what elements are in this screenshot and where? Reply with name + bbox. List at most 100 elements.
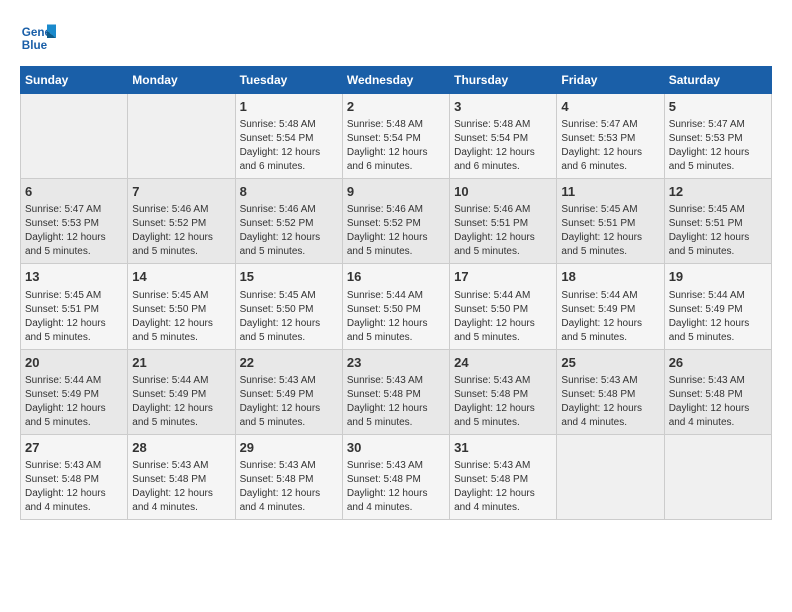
calendar-cell — [128, 94, 235, 179]
calendar-week-row: 27 Sunrise: 5:43 AM Sunset: 5:48 PM Dayli… — [21, 434, 772, 519]
day-number: 9 — [347, 183, 445, 201]
day-info: Sunrise: 5:47 AM Sunset: 5:53 PM Dayligh… — [561, 118, 659, 174]
day-number: 11 — [561, 183, 659, 201]
day-number: 22 — [240, 354, 338, 372]
day-number: 28 — [132, 439, 230, 457]
day-number: 13 — [25, 268, 123, 286]
weekday-header: Wednesday — [342, 67, 449, 94]
day-number: 7 — [132, 183, 230, 201]
calendar-cell: 7 Sunrise: 5:46 AM Sunset: 5:52 PM Daylig… — [128, 179, 235, 264]
day-info: Sunrise: 5:43 AM Sunset: 5:49 PM Dayligh… — [240, 374, 338, 430]
weekday-header: Tuesday — [235, 67, 342, 94]
day-info: Sunrise: 5:48 AM Sunset: 5:54 PM Dayligh… — [240, 118, 338, 174]
day-number: 29 — [240, 439, 338, 457]
day-info: Sunrise: 5:43 AM Sunset: 5:48 PM Dayligh… — [561, 374, 659, 430]
day-info: Sunrise: 5:45 AM Sunset: 5:50 PM Dayligh… — [132, 289, 230, 345]
calendar-cell: 6 Sunrise: 5:47 AM Sunset: 5:53 PM Daylig… — [21, 179, 128, 264]
calendar-cell: 28Sunrise: 5:43 AM Sunset: 5:48 PM Dayli… — [128, 434, 235, 519]
day-number: 3 — [454, 98, 552, 116]
page-header: General Blue — [20, 20, 772, 56]
calendar-cell: 16 Sunrise: 5:44 AM Sunset: 5:50 PM Dayli… — [342, 264, 449, 349]
day-info: Sunrise: 5:47 AM Sunset: 5:53 PM Dayligh… — [669, 118, 767, 174]
day-number: 12 — [669, 183, 767, 201]
day-info: Sunrise: 5:47 AM Sunset: 5:53 PM Dayligh… — [25, 203, 123, 259]
day-number: 19 — [669, 268, 767, 286]
calendar-cell: 27 Sunrise: 5:43 AM Sunset: 5:48 PM Dayli… — [21, 434, 128, 519]
calendar-cell: 10 Sunrise: 5:46 AM Sunset: 5:51 PM Dayli… — [450, 179, 557, 264]
calendar-cell: 20 Sunrise: 5:44 AM Sunset: 5:49 PM Dayli… — [21, 349, 128, 434]
day-number: 26 — [669, 354, 767, 372]
weekday-header: Thursday — [450, 67, 557, 94]
day-info: Sunrise: 5:45 AM Sunset: 5:50 PM Dayligh… — [240, 289, 338, 345]
day-info: Sunrise: 5:43 AM Sunset: 5:48 PM Dayligh… — [347, 459, 445, 515]
calendar-table: SundayMondayTuesdayWednesdayThursdayFrid… — [20, 66, 772, 520]
calendar-cell — [557, 434, 664, 519]
day-info: Sunrise: 5:44 AM Sunset: 5:50 PM Dayligh… — [454, 289, 552, 345]
day-info: Sunrise: 5:43 AM Sunset: 5:48 PM Dayligh… — [347, 374, 445, 430]
calendar-cell: 29Sunrise: 5:43 AM Sunset: 5:48 PM Dayli… — [235, 434, 342, 519]
day-number: 14 — [132, 268, 230, 286]
svg-text:Blue: Blue — [22, 39, 48, 52]
calendar-header-row: SundayMondayTuesdayWednesdayThursdayFrid… — [21, 67, 772, 94]
calendar-cell: 9 Sunrise: 5:46 AM Sunset: 5:52 PM Daylig… — [342, 179, 449, 264]
calendar-week-row: 13 Sunrise: 5:45 AM Sunset: 5:51 PM Dayli… — [21, 264, 772, 349]
calendar-cell: 11 Sunrise: 5:45 AM Sunset: 5:51 PM Dayli… — [557, 179, 664, 264]
day-number: 2 — [347, 98, 445, 116]
day-number: 16 — [347, 268, 445, 286]
calendar-cell: 2 Sunrise: 5:48 AM Sunset: 5:54 PM Daylig… — [342, 94, 449, 179]
calendar-cell: 14 Sunrise: 5:45 AM Sunset: 5:50 PM Dayli… — [128, 264, 235, 349]
day-number: 6 — [25, 183, 123, 201]
day-number: 10 — [454, 183, 552, 201]
calendar-cell: 3 Sunrise: 5:48 AM Sunset: 5:54 PM Daylig… — [450, 94, 557, 179]
calendar-cell: 24Sunrise: 5:43 AM Sunset: 5:48 PM Dayli… — [450, 349, 557, 434]
day-info: Sunrise: 5:46 AM Sunset: 5:52 PM Dayligh… — [240, 203, 338, 259]
day-info: Sunrise: 5:44 AM Sunset: 5:50 PM Dayligh… — [347, 289, 445, 345]
day-number: 31 — [454, 439, 552, 457]
day-info: Sunrise: 5:43 AM Sunset: 5:48 PM Dayligh… — [454, 459, 552, 515]
day-number: 1 — [240, 98, 338, 116]
day-number: 8 — [240, 183, 338, 201]
day-number: 18 — [561, 268, 659, 286]
day-number: 15 — [240, 268, 338, 286]
calendar-cell: 22 Sunrise: 5:43 AM Sunset: 5:49 PM Dayli… — [235, 349, 342, 434]
calendar-cell: 30Sunrise: 5:43 AM Sunset: 5:48 PM Dayli… — [342, 434, 449, 519]
day-info: Sunrise: 5:43 AM Sunset: 5:48 PM Dayligh… — [25, 459, 123, 515]
calendar-cell: 13 Sunrise: 5:45 AM Sunset: 5:51 PM Dayli… — [21, 264, 128, 349]
day-number: 24 — [454, 354, 552, 372]
calendar-cell — [21, 94, 128, 179]
calendar-week-row: 20 Sunrise: 5:44 AM Sunset: 5:49 PM Dayli… — [21, 349, 772, 434]
day-info: Sunrise: 5:44 AM Sunset: 5:49 PM Dayligh… — [132, 374, 230, 430]
weekday-header: Saturday — [664, 67, 771, 94]
day-number: 4 — [561, 98, 659, 116]
logo-icon: General Blue — [20, 20, 56, 56]
day-number: 20 — [25, 354, 123, 372]
day-info: Sunrise: 5:44 AM Sunset: 5:49 PM Dayligh… — [25, 374, 123, 430]
weekday-header: Friday — [557, 67, 664, 94]
calendar-cell — [664, 434, 771, 519]
calendar-week-row: 1 Sunrise: 5:48 AM Sunset: 5:54 PM Daylig… — [21, 94, 772, 179]
day-number: 27 — [25, 439, 123, 457]
day-info: Sunrise: 5:45 AM Sunset: 5:51 PM Dayligh… — [669, 203, 767, 259]
calendar-cell: 18 Sunrise: 5:44 AM Sunset: 5:49 PM Dayli… — [557, 264, 664, 349]
day-info: Sunrise: 5:46 AM Sunset: 5:51 PM Dayligh… — [454, 203, 552, 259]
calendar-cell: 25 Sunrise: 5:43 AM Sunset: 5:48 PM Dayli… — [557, 349, 664, 434]
day-info: Sunrise: 5:45 AM Sunset: 5:51 PM Dayligh… — [561, 203, 659, 259]
calendar-cell: 5Sunrise: 5:47 AM Sunset: 5:53 PM Daylig… — [664, 94, 771, 179]
calendar-cell: 31 Sunrise: 5:43 AM Sunset: 5:48 PM Dayli… — [450, 434, 557, 519]
calendar-cell: 17 Sunrise: 5:44 AM Sunset: 5:50 PM Dayli… — [450, 264, 557, 349]
day-number: 21 — [132, 354, 230, 372]
calendar-week-row: 6 Sunrise: 5:47 AM Sunset: 5:53 PM Daylig… — [21, 179, 772, 264]
day-number: 25 — [561, 354, 659, 372]
calendar-cell: 12 Sunrise: 5:45 AM Sunset: 5:51 PM Dayli… — [664, 179, 771, 264]
calendar-cell: 21 Sunrise: 5:44 AM Sunset: 5:49 PM Dayli… — [128, 349, 235, 434]
day-info: Sunrise: 5:46 AM Sunset: 5:52 PM Dayligh… — [347, 203, 445, 259]
day-info: Sunrise: 5:48 AM Sunset: 5:54 PM Dayligh… — [454, 118, 552, 174]
day-number: 17 — [454, 268, 552, 286]
day-info: Sunrise: 5:44 AM Sunset: 5:49 PM Dayligh… — [561, 289, 659, 345]
calendar-cell: 23Sunrise: 5:43 AM Sunset: 5:48 PM Dayli… — [342, 349, 449, 434]
day-info: Sunrise: 5:44 AM Sunset: 5:49 PM Dayligh… — [669, 289, 767, 345]
day-info: Sunrise: 5:43 AM Sunset: 5:48 PM Dayligh… — [669, 374, 767, 430]
day-info: Sunrise: 5:46 AM Sunset: 5:52 PM Dayligh… — [132, 203, 230, 259]
day-info: Sunrise: 5:45 AM Sunset: 5:51 PM Dayligh… — [25, 289, 123, 345]
day-info: Sunrise: 5:48 AM Sunset: 5:54 PM Dayligh… — [347, 118, 445, 174]
